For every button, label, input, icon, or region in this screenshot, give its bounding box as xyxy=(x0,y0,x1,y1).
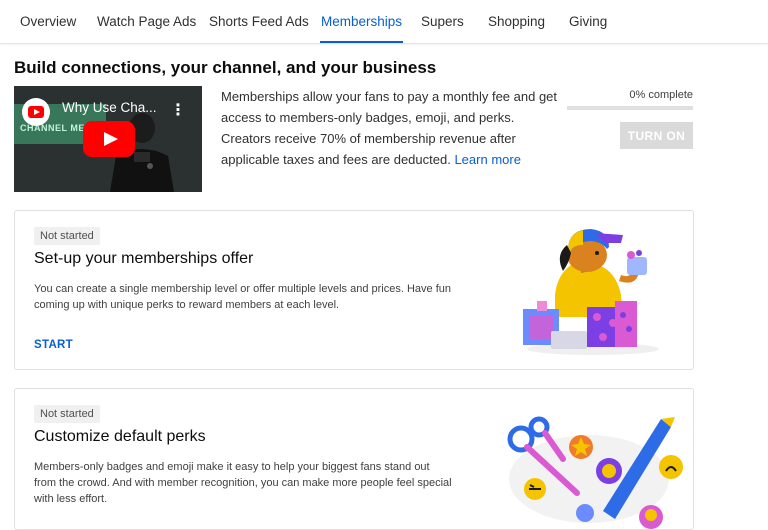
play-button-icon[interactable] xyxy=(83,121,135,157)
status-badge: Not started xyxy=(34,227,100,245)
video-thumbnail[interactable]: CHANNEL MEMBERSHIPS Why Use Cha... ⋮ xyxy=(14,86,202,192)
badges-and-emoji-illustration xyxy=(507,416,683,529)
memberships-description: Memberships allow your fans to pay a mon… xyxy=(221,86,561,170)
card-title: Customize default perks xyxy=(34,428,206,445)
setup-memberships-card: Not started Set-up your memberships offe… xyxy=(14,210,694,370)
learn-more-link[interactable]: Learn more xyxy=(454,152,520,167)
start-button[interactable]: START xyxy=(34,339,73,351)
tab-giving[interactable]: Giving xyxy=(569,0,607,43)
card-description: You can create a single membership level… xyxy=(34,283,452,311)
turn-on-button[interactable]: TURN ON xyxy=(620,122,693,149)
customize-perks-card: Not started Customize default perks Memb… xyxy=(14,388,694,530)
tab-bar: Overview Watch Page Ads Shorts Feed Ads … xyxy=(0,0,768,44)
tab-shorts-feed-ads[interactable]: Shorts Feed Ads xyxy=(209,0,309,43)
card-description: Members-only badges and emoji make it ea… xyxy=(34,461,452,505)
tab-overview[interactable]: Overview xyxy=(20,0,76,43)
progress-bar xyxy=(567,106,693,110)
video-title: Why Use Cha... xyxy=(62,100,157,115)
video-more-icon[interactable]: ⋮ xyxy=(170,100,186,120)
status-badge: Not started xyxy=(34,405,100,423)
page-title: Build connections, your channel, and you… xyxy=(14,58,437,77)
tab-supers[interactable]: Supers xyxy=(421,0,464,43)
channel-logo-icon xyxy=(22,98,50,126)
tab-watch-page-ads[interactable]: Watch Page Ads xyxy=(97,0,196,43)
card-title: Set-up your memberships offer xyxy=(34,250,254,267)
progress-label: 0% complete xyxy=(629,89,693,101)
tab-shopping[interactable]: Shopping xyxy=(488,0,545,43)
creator-with-gifts-illustration xyxy=(523,229,659,355)
tab-memberships[interactable]: Memberships xyxy=(319,0,404,43)
